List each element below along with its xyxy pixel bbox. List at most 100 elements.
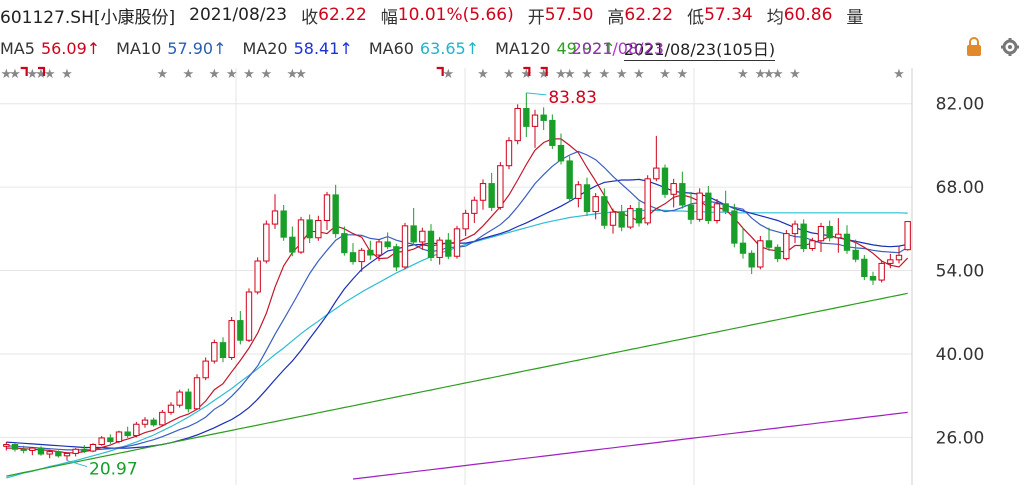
candle-body-up (453, 228, 461, 257)
candle (453, 225, 461, 259)
candle-body-down (861, 258, 868, 277)
candle (800, 219, 807, 253)
ma-legend-value-ma10: 57.90↑ (167, 38, 227, 58)
ma120-line (6, 292, 908, 477)
candle-body-up (141, 419, 149, 425)
lock-icon[interactable] (963, 36, 985, 58)
candle-body-up (713, 203, 721, 222)
star-marker: ★ (581, 67, 593, 82)
candle-body-down (765, 240, 773, 248)
candle (462, 209, 469, 236)
candle-body-up (757, 240, 764, 268)
candles (3, 92, 911, 461)
candle (531, 109, 539, 148)
candle-body-up (245, 291, 253, 341)
candle (609, 208, 617, 234)
candle-body-down (280, 210, 287, 238)
star-marker: ★ (243, 67, 255, 82)
candle-body-up (696, 192, 703, 220)
candle (315, 215, 322, 241)
gear-icon[interactable] (999, 36, 1021, 58)
candle (306, 214, 313, 244)
candle (115, 430, 123, 444)
candle (895, 246, 903, 264)
y-tick-label: 68.00 (936, 178, 985, 198)
candle (202, 357, 209, 381)
candle (488, 172, 495, 211)
candle (297, 216, 305, 254)
candle (670, 178, 677, 208)
candle-body-down (583, 184, 591, 213)
candle (618, 205, 625, 232)
candle (367, 240, 374, 260)
y-tick-label: 54.00 (936, 262, 985, 282)
candle-body-down (332, 194, 339, 235)
candle-body-up (575, 184, 582, 199)
ma250-line (352, 411, 908, 480)
candle-body-up (315, 220, 322, 239)
candle-body-up (887, 259, 894, 264)
candle (263, 220, 270, 264)
candle-body-down (869, 276, 877, 281)
star-marker: ★ (893, 67, 905, 82)
candle (774, 244, 781, 263)
candle (37, 446, 45, 456)
stock-name[interactable]: 601127.SH[小康股份] (0, 3, 175, 28)
candle (705, 185, 712, 225)
candle (904, 221, 911, 251)
high-label: 高 (607, 7, 625, 28)
star-marker: ★ (789, 67, 801, 82)
candle-body-up (419, 230, 426, 243)
candle (55, 450, 62, 458)
candle (150, 417, 157, 427)
candle-body-down (601, 196, 608, 226)
candle-body-down (384, 241, 391, 248)
candle (280, 205, 287, 241)
star-marker: ★ (209, 67, 221, 82)
candle (722, 190, 729, 214)
candle (167, 402, 175, 415)
star-marker: ★ (599, 67, 611, 82)
candle-body-down (55, 451, 62, 457)
candle (237, 311, 244, 345)
candle-body-up (783, 233, 790, 260)
candle-body-down (635, 208, 643, 224)
candle (72, 448, 79, 457)
low-value: 57.34 (704, 5, 753, 25)
candle (679, 171, 686, 209)
candle-body-up (791, 223, 799, 235)
candle-body-down (289, 236, 296, 253)
candle-body-up (878, 262, 885, 281)
candle-body-up (115, 431, 123, 443)
candle-body-down (557, 144, 565, 162)
avg-value: 60.86 (783, 5, 833, 25)
candle-body-up (653, 167, 660, 180)
candle (817, 222, 825, 253)
candle-body-up (895, 254, 903, 261)
volume-label: 量 (846, 7, 864, 28)
candle-body-up (592, 196, 599, 213)
candle-body-down (739, 242, 747, 254)
ma-legend-label-ma5: MA5 (0, 38, 35, 58)
candle-body-up (462, 212, 469, 230)
candle-body-down (341, 233, 348, 254)
candle-body-up (3, 443, 10, 447)
min-price-label: 20.97 (89, 460, 138, 480)
candle (11, 443, 19, 452)
y-tick-label: 82.00 (936, 95, 985, 115)
candle-body-up (133, 423, 140, 437)
red-signal-marker (436, 66, 444, 76)
candle (141, 417, 149, 428)
candle-body-down (774, 246, 781, 260)
change-label: 幅 (380, 7, 398, 28)
candle (193, 374, 201, 410)
star-marker: ★ (737, 67, 749, 82)
candle-body-up (297, 219, 305, 253)
candle-body-down (731, 210, 738, 244)
candle (583, 177, 591, 216)
candle (661, 164, 669, 198)
candle (271, 194, 279, 229)
candle (861, 255, 868, 281)
candle (739, 227, 747, 259)
change-value: 10.01%(5.66) (397, 5, 514, 25)
